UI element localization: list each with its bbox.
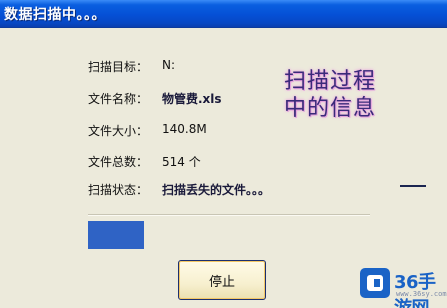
divider (88, 214, 370, 216)
watermark-text: 36手游网 (394, 272, 436, 308)
scan-progress-bar (88, 221, 370, 249)
scan-target-value: N: (162, 58, 176, 72)
annotation-line-2: 中的信息 (284, 96, 377, 121)
annotation-line-1: 扫描过程 (284, 69, 377, 94)
scan-dialog: 数据扫描中。。。 扫描目标： N: 文件名称： 物管费.xls 文件大小： 14… (0, 0, 447, 308)
status-dash-mark (400, 185, 426, 187)
annotation-overlay: 扫描过程 中的信息 (284, 68, 434, 122)
window-title: 数据扫描中。。。 (4, 7, 106, 23)
scan-status-label: 扫描状态： (88, 183, 149, 197)
title-bar[interactable]: 数据扫描中。。。 (0, 0, 447, 28)
scan-status-value: 扫描丢失的文件。。。 (162, 183, 271, 197)
stop-button[interactable]: 停止 (178, 260, 266, 300)
progress-fill (88, 221, 145, 249)
file-size-label: 文件大小： (88, 124, 149, 138)
watermark-url: www.36sy.com (396, 290, 447, 298)
file-count-label: 文件总数： (88, 155, 149, 169)
watermark-logo: 36手游网 www.36sy.com (360, 266, 447, 308)
file-name-value: 物管费.xls (162, 92, 222, 106)
site-logo-icon (360, 268, 390, 298)
file-name-label: 文件名称： (88, 92, 149, 106)
file-count-value: 514 个 (162, 155, 201, 169)
file-size-value: 140.8M (162, 122, 207, 136)
scan-target-label: 扫描目标： (88, 60, 149, 74)
